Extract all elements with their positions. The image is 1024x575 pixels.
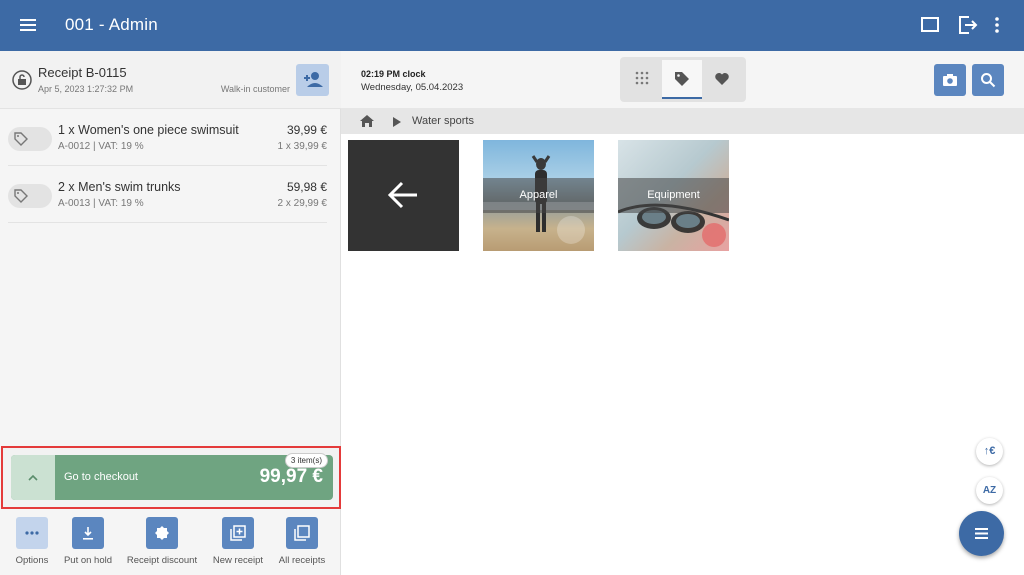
clock-text: 02:19 PM clock	[361, 69, 426, 79]
unlock-icon[interactable]	[12, 70, 32, 90]
tag-icon	[675, 72, 689, 86]
app-title: 001 - Admin	[65, 15, 158, 34]
search-button[interactable]	[972, 64, 1004, 96]
item-meta: A-0012 | VAT: 19 %	[58, 141, 144, 152]
camera-icon	[943, 74, 957, 86]
all-receipts-button[interactable]: All receipts	[276, 517, 328, 566]
item-meta: A-0013 | VAT: 19 %	[58, 198, 144, 209]
receipt-discount-button[interactable]: Receipt discount	[124, 517, 200, 566]
receipt-discount-label: Receipt discount	[126, 555, 198, 566]
item-unit-price: 1 x 39,99 €	[277, 141, 327, 152]
item-total: 39,99 €	[286, 123, 327, 137]
category-tile-apparel[interactable]: Apparel	[483, 140, 594, 251]
options-button[interactable]: Options	[14, 517, 50, 566]
list-icon	[975, 528, 988, 539]
view-switcher	[620, 57, 746, 102]
new-receipt-button[interactable]: New receipt	[210, 517, 266, 566]
arrow-back-icon	[387, 181, 417, 209]
new-receipt-label: New receipt	[212, 555, 264, 566]
more-horiz-icon	[25, 531, 39, 535]
item-tag-toggle[interactable]	[8, 127, 52, 151]
favorites-tab[interactable]	[702, 60, 742, 99]
tile-label: Equipment	[647, 189, 700, 201]
sort-az-label: AZ	[982, 485, 997, 496]
put-on-hold-label: Put on hold	[63, 555, 113, 566]
camera-button[interactable]	[934, 64, 966, 96]
checkout-amount: 99,97 €	[259, 466, 323, 487]
play-arrow-icon	[392, 115, 402, 133]
tag-tab[interactable]	[662, 60, 702, 99]
receipt-number: Receipt B-0115	[38, 65, 127, 80]
receipt-header: Receipt B-0115 Apr 5, 2023 1:27:32 PM Wa…	[0, 51, 341, 109]
item-name: 1 x Women's one piece swimsuit	[58, 123, 239, 137]
add-customer-button[interactable]	[296, 64, 329, 96]
heart-icon	[715, 73, 729, 85]
menu-icon[interactable]	[18, 14, 40, 36]
copy-icon	[294, 525, 310, 541]
receipt-actions: Options Put on hold Receipt discount New…	[0, 512, 341, 575]
dialpad-icon	[635, 71, 649, 85]
item-unit-price: 2 x 29,99 €	[277, 198, 327, 209]
breadcrumb: Water sports	[341, 108, 1024, 134]
window-icon[interactable]	[920, 14, 942, 36]
download-icon	[83, 527, 93, 540]
list-view-button[interactable]	[959, 511, 1004, 556]
item-tag-toggle[interactable]	[8, 184, 52, 208]
product-toolbar: 02:19 PM clock Wednesday, 05.04.2023	[341, 51, 1024, 108]
breadcrumb-current: Water sports	[412, 115, 474, 127]
checkout-button[interactable]: Go to checkout 99,97 € 3 item(s)	[11, 453, 333, 500]
customer-name: Walk-in customer	[220, 84, 290, 94]
item-count-badge: 3 item(s)	[284, 453, 328, 468]
more-vert-icon[interactable]	[990, 14, 1004, 36]
category-tile-equipment[interactable]: Equipment	[618, 140, 729, 251]
all-receipts-label: All receipts	[278, 555, 326, 566]
list-item[interactable]: 1 x Women's one piece swimsuit A-0012 | …	[8, 109, 327, 166]
expand-button[interactable]	[11, 455, 55, 500]
item-name: 2 x Men's swim trunks	[58, 180, 181, 194]
currency-symbol: €	[989, 445, 996, 457]
put-on-hold-button[interactable]: Put on hold	[62, 517, 114, 566]
checkout-area: Go to checkout 99,97 € 3 item(s)	[1, 446, 341, 509]
add-box-icon	[230, 525, 246, 541]
add-person-icon	[304, 72, 323, 87]
back-tile[interactable]	[348, 140, 459, 251]
currency-sort-button[interactable]: ↑€	[976, 438, 1003, 465]
date-text: Wednesday, 05.04.2023	[361, 82, 464, 93]
receipt-panel: Receipt B-0115 Apr 5, 2023 1:27:32 PM Wa…	[0, 51, 341, 575]
home-icon[interactable]	[359, 114, 375, 133]
item-total: 59,98 €	[286, 180, 327, 194]
tag-icon	[14, 189, 28, 203]
receipt-items: 1 x Women's one piece swimsuit A-0012 | …	[0, 109, 341, 223]
tag-icon	[14, 132, 28, 146]
options-label: Options	[15, 555, 49, 566]
logout-icon[interactable]	[957, 14, 979, 36]
dialpad-tab[interactable]	[622, 60, 662, 99]
tile-label: Apparel	[519, 189, 558, 201]
product-panel: 02:19 PM clock Wednesday, 05.04.2023 Wat…	[341, 51, 1024, 575]
checkout-label: Go to checkout	[64, 471, 138, 483]
receipt-date: Apr 5, 2023 1:27:32 PM	[38, 84, 134, 94]
alpha-sort-button[interactable]: AZ	[976, 477, 1003, 504]
app-header: 001 - Admin	[0, 0, 1024, 51]
chevron-up-icon	[28, 474, 38, 481]
search-icon	[981, 73, 996, 88]
discount-icon	[155, 526, 169, 540]
list-item[interactable]: 2 x Men's swim trunks A-0013 | VAT: 19 %…	[8, 166, 327, 223]
